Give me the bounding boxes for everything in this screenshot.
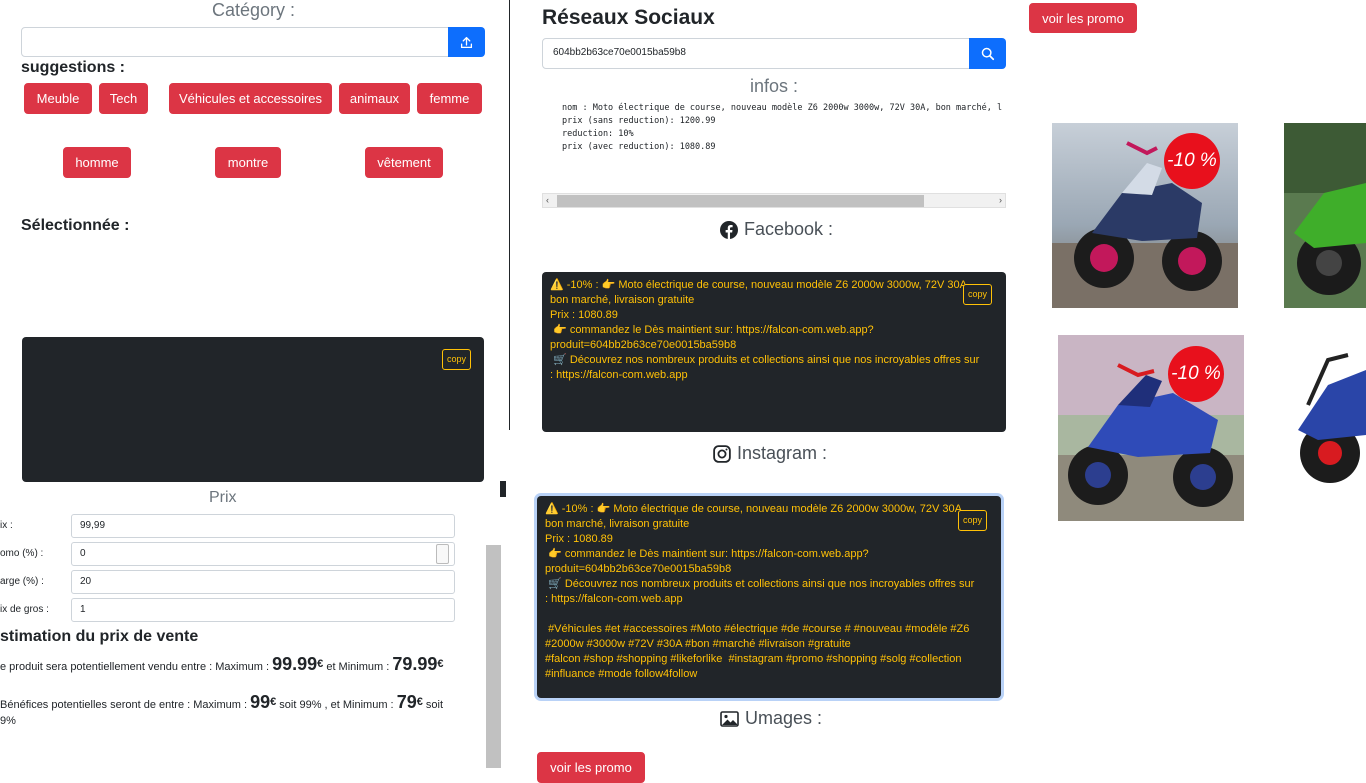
selected-output-box[interactable]: copy xyxy=(22,337,484,482)
category-input[interactable] xyxy=(21,27,449,57)
promo-button-bottom[interactable]: voir les promo xyxy=(537,752,645,783)
facebook-copy-button[interactable]: copy xyxy=(963,284,993,305)
facebook-icon xyxy=(720,220,738,239)
infos-title: infos : xyxy=(750,76,799,96)
search-icon xyxy=(981,47,994,60)
upload-button[interactable] xyxy=(448,27,485,57)
product-image-3[interactable]: -10 % xyxy=(1058,335,1244,521)
reseaux-title: Réseaux Sociaux xyxy=(542,6,715,29)
marge-label: arge (%) : xyxy=(0,576,44,587)
prix-label: ix : xyxy=(0,520,13,531)
suggestion-animaux[interactable]: animaux xyxy=(339,83,410,114)
promo-label: omo (%) : xyxy=(0,548,44,559)
discount-badge: -10 % xyxy=(1164,133,1220,189)
suggestion-femme[interactable]: femme xyxy=(417,83,482,114)
suggestion-meuble[interactable]: Meuble xyxy=(24,83,92,114)
motorcycle-photo xyxy=(1284,123,1366,308)
motorcycle-photo xyxy=(1288,335,1366,521)
estimation-title: stimation du prix de vente xyxy=(0,628,199,645)
estimation-line-1: e produit sera potentiellement vendu ent… xyxy=(0,654,444,674)
image-icon xyxy=(720,710,739,727)
gros-label: ix de gros : xyxy=(0,604,49,615)
product-image-1[interactable]: -10 % xyxy=(1052,123,1238,308)
selected-label: Sélectionnée : xyxy=(21,217,130,234)
instagram-heading: Instagram : xyxy=(713,443,827,464)
product-image-2[interactable] xyxy=(1284,123,1366,308)
panel-divider xyxy=(509,0,510,430)
promo-button-top[interactable]: voir les promo xyxy=(1029,3,1137,33)
suggestion-montre[interactable]: montre xyxy=(215,147,281,178)
facebook-heading: Facebook : xyxy=(720,219,833,240)
min-price: 79.99 xyxy=(392,654,438,674)
infos-pre: nom : Moto électrique de course, nouveau… xyxy=(562,103,1002,152)
left-scrollbar-top xyxy=(500,481,506,497)
upload-icon xyxy=(460,36,473,48)
horizontal-scrollbar[interactable]: ‹ › xyxy=(542,193,1006,208)
prix-input[interactable]: 99,99 xyxy=(71,514,455,538)
suggestion-vetement[interactable]: vêtement xyxy=(365,147,443,178)
left-scrollbar[interactable] xyxy=(486,545,501,768)
instagram-textarea[interactable]: ⚠️ -10% : 👉 Moto électrique de course, n… xyxy=(537,496,1001,698)
scroll-right-arrow[interactable]: › xyxy=(999,194,1002,207)
search-input[interactable]: 604bb2b63ce70e0015ba59b8 xyxy=(542,38,970,69)
copy-button[interactable]: copy xyxy=(442,349,472,370)
estimation-line-2: Bénéfices potentielles seront de entre :… xyxy=(0,692,444,727)
min-benefit: 79 xyxy=(396,692,417,712)
marge-input[interactable]: 20 xyxy=(71,570,455,594)
scroll-left-arrow[interactable]: ‹ xyxy=(546,194,549,207)
product-image-4[interactable] xyxy=(1288,335,1366,521)
prix-title: Prix xyxy=(209,489,237,506)
images-heading: Umages : xyxy=(720,708,822,729)
suggestion-vehicules[interactable]: Véhicules et accessoires xyxy=(169,83,332,114)
instagram-icon xyxy=(713,444,731,463)
search-button[interactable] xyxy=(969,38,1006,69)
category-title: Catégory : xyxy=(212,0,296,20)
facebook-textarea[interactable]: ⚠️ -10% : 👉 Moto électrique de course, n… xyxy=(542,272,1006,432)
stepper-icon[interactable] xyxy=(436,544,449,564)
max-benefit: 99 xyxy=(250,692,271,712)
suggestion-tech[interactable]: Tech xyxy=(99,83,148,114)
instagram-copy-button[interactable]: copy xyxy=(958,510,988,531)
promo-input[interactable]: 0 xyxy=(71,542,455,566)
gros-input[interactable]: 1 xyxy=(71,598,455,622)
discount-badge: -10 % xyxy=(1168,346,1224,402)
suggestion-homme[interactable]: homme xyxy=(63,147,131,178)
max-price: 99.99 xyxy=(272,654,318,674)
scroll-thumb[interactable] xyxy=(557,195,924,207)
suggestions-label: suggestions : xyxy=(21,59,126,76)
